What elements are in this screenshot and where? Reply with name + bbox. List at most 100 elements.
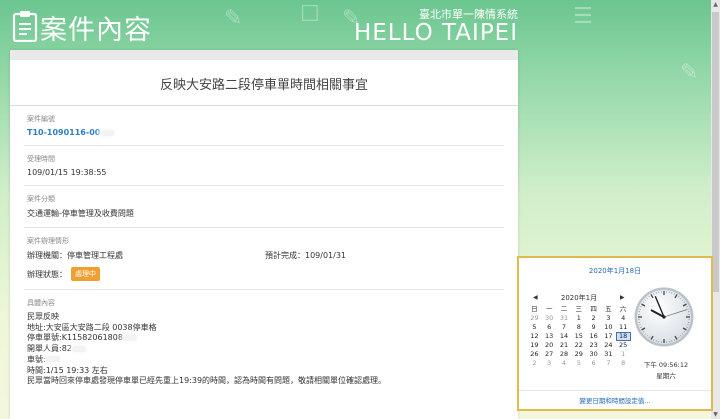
- popup-divider: [519, 390, 711, 391]
- calendar-day[interactable]: 3: [542, 359, 557, 368]
- scroll-down-arrow-icon[interactable]: ▼: [711, 410, 720, 419]
- weekday-label: 一: [545, 305, 553, 313]
- calendar-day[interactable]: 26: [527, 350, 542, 359]
- redacted-mask: [45, 356, 60, 363]
- redacted-mask: [100, 129, 115, 136]
- calendar-day-selected[interactable]: 18: [615, 332, 631, 341]
- detail-line: 開單人員:82: [27, 344, 501, 355]
- category-value: 交通運輸-停車管理及收費問題: [27, 209, 134, 218]
- accepted-time-section: 受理時間 109/01/15 19:38:55: [24, 146, 504, 186]
- case-number-section: 案件編號 T10-1090116-00: [24, 106, 504, 146]
- scroll-thumb[interactable]: [712, 12, 719, 292]
- calendar-day[interactable]: 7: [601, 359, 616, 368]
- detail-line: 民眾當時回來停車處發現停車單已經先重上19:39的時間，認為時間有問題，敬請相關…: [27, 376, 387, 386]
- calendar-day[interactable]: 12: [527, 332, 542, 341]
- day-of-week: 星期六: [656, 372, 676, 380]
- calendar-day[interactable]: 4: [557, 359, 572, 368]
- calendar-day[interactable]: 30: [542, 314, 557, 323]
- calendar-day[interactable]: 6: [586, 359, 601, 368]
- detail-line: 車號:: [27, 355, 501, 366]
- calendar-day[interactable]: 5: [527, 323, 542, 332]
- calendar-day[interactable]: 16: [586, 332, 601, 341]
- status-row: 辦理狀態： 處理中: [27, 267, 501, 281]
- detail-section: 具體內容 民眾反映 地址:大安區大安路二段 0038停車格 停車單號:K1158…: [24, 290, 504, 395]
- calendar-day[interactable]: 20: [542, 341, 557, 350]
- calendar-weekday-row: 日 一 二 三 四 五 六: [527, 305, 631, 314]
- calendar-week-row: 19 20 21 22 23 24 25: [527, 341, 631, 350]
- calendar-day[interactable]: 14: [557, 332, 572, 341]
- calendar-day[interactable]: 5: [571, 359, 586, 368]
- case-number-value[interactable]: T10-1090116-00: [27, 128, 100, 137]
- brand-logo[interactable]: HELLO TAIPEI: [354, 20, 518, 46]
- category-section: 案件分類 交通運輸-停車管理及收費問題: [24, 186, 504, 228]
- clock-center: [662, 315, 666, 319]
- change-datetime-settings-link[interactable]: 變更日期和時間設定值...: [519, 395, 711, 405]
- calendar-day[interactable]: 3: [601, 314, 616, 323]
- calendar-day[interactable]: 31: [601, 350, 616, 359]
- accepted-time-value: 109/01/15 19:38:55: [27, 168, 107, 177]
- calendar-month-label[interactable]: 2020年1月: [539, 293, 619, 303]
- calendar-day[interactable]: 19: [527, 341, 542, 350]
- calendar-day[interactable]: 1: [616, 350, 631, 359]
- weekday-label: 六: [619, 305, 627, 313]
- prev-month-icon[interactable]: ◀: [533, 294, 538, 301]
- calendar-day[interactable]: 2: [586, 314, 601, 323]
- weekday-label: 四: [590, 305, 597, 313]
- calendar-day[interactable]: 25: [616, 341, 631, 350]
- next-month-icon[interactable]: ▶: [620, 294, 625, 301]
- detail-line-text: 車號:: [27, 354, 46, 364]
- case-number-label: 案件編號: [27, 115, 55, 123]
- calendar-day[interactable]: 22: [571, 341, 586, 350]
- calendar-day[interactable]: 30: [586, 350, 601, 359]
- digital-time: 下午 09:56:12: [643, 361, 689, 369]
- redacted-mask: [122, 334, 137, 341]
- calendar-day[interactable]: 2: [527, 359, 542, 368]
- weekday-label: 三: [575, 305, 583, 313]
- background-doc-icon: ✎: [224, 6, 243, 31]
- calendar-day[interactable]: 1: [571, 314, 586, 323]
- calendar-week-row: 12 13 14 15 16 17 18: [527, 332, 631, 341]
- calendar-day[interactable]: 6: [542, 323, 557, 332]
- redacted-mask: [71, 345, 86, 352]
- background-doc-icon: ✎: [680, 60, 699, 85]
- background-doc-icon: ☰: [573, 4, 593, 29]
- calendar-day[interactable]: 7: [557, 323, 572, 332]
- background-doc-icon: ☐: [300, 2, 320, 27]
- calendar-day[interactable]: 8: [571, 323, 586, 332]
- case-heading: 反映大安路二段停車單時間相關事宜: [159, 78, 368, 93]
- weekday-label: 二: [560, 305, 568, 313]
- detail-line: 時間:1/15 19:33 左右: [27, 365, 108, 375]
- card-top-bar: [10, 50, 518, 60]
- expected-text: 預計完成：109/01/31: [265, 251, 347, 260]
- detail-line-text: 開單人員:82: [27, 344, 72, 354]
- calendar-day[interactable]: 13: [542, 332, 557, 341]
- calendar-day[interactable]: 17: [601, 332, 616, 341]
- calendar-day[interactable]: 4: [616, 314, 631, 323]
- calendar-day[interactable]: 28: [557, 350, 572, 359]
- detail-label: 具體內容: [27, 299, 55, 307]
- scroll-up-arrow-icon[interactable]: ▲: [711, 0, 720, 9]
- calendar-day[interactable]: 9: [586, 323, 601, 332]
- calendar-grid: 日 一 二 三 四 五 六 29 30 31 1 2 3 4 5 6 7 8 9 10 11 12 13 14 1…: [527, 305, 631, 368]
- calendar-day[interactable]: 29: [527, 314, 542, 323]
- weekday-label: 日: [531, 305, 538, 313]
- calendar-day[interactable]: 29: [571, 350, 586, 359]
- status-badge: 處理中: [71, 267, 100, 281]
- calendar-day[interactable]: 8: [616, 359, 631, 368]
- clock-calendar-popup: 2020年1月18日 ◀ 2020年1月 ▶ 日 一 二 三 四 五 六 29 3…: [517, 256, 713, 411]
- calendar-day[interactable]: 10: [601, 323, 616, 332]
- calendar-day[interactable]: 15: [571, 332, 586, 341]
- calendar-day[interactable]: 27: [542, 350, 557, 359]
- case-card: 反映大安路二段停車單時間相關事宜 案件編號 T10-1090116-00 受理時…: [10, 50, 518, 419]
- calendar-day[interactable]: 24: [601, 341, 616, 350]
- calendar-day[interactable]: 31: [557, 314, 572, 323]
- weekday-label: 五: [605, 305, 612, 313]
- status-label: 辦理狀態：: [27, 269, 67, 279]
- category-label: 案件分類: [27, 195, 55, 203]
- popup-date-title[interactable]: 2020年1月18日: [519, 266, 711, 276]
- clipboard-icon: [12, 11, 38, 42]
- calendar-day[interactable]: 23: [586, 341, 601, 350]
- calendar-day[interactable]: 21: [557, 341, 572, 350]
- calendar-day[interactable]: 11: [616, 323, 631, 332]
- case-number-link[interactable]: T10-1090116-00: [27, 128, 501, 137]
